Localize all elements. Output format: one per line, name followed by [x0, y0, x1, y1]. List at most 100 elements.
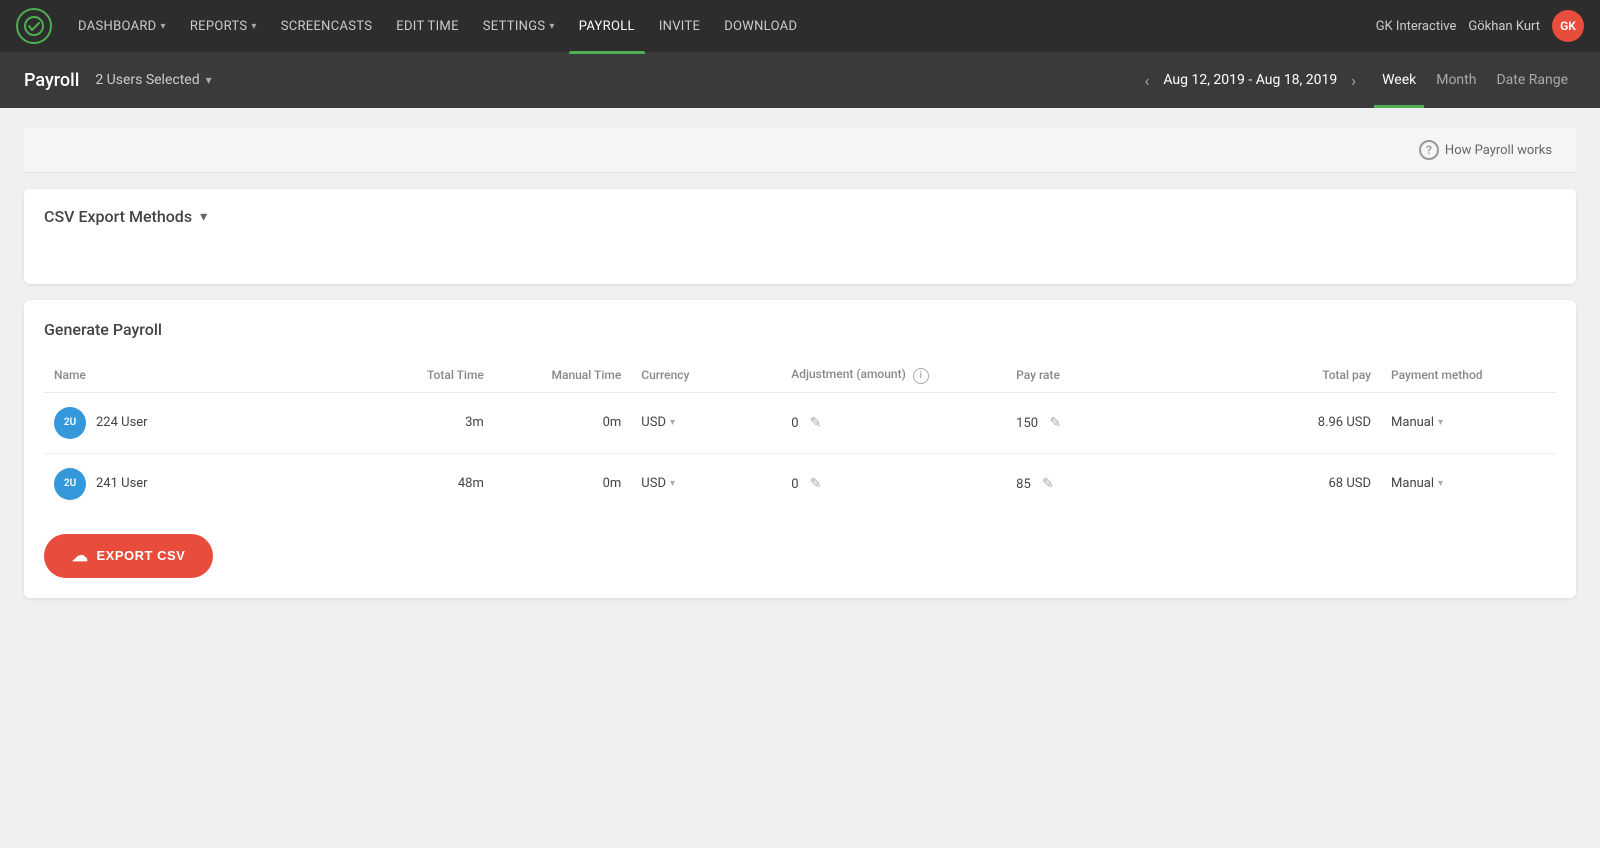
main-content: ? How Payroll works CSV Export Methods ▾… — [0, 108, 1600, 803]
cloud-upload-icon: ☁ — [72, 546, 89, 566]
help-link-text: How Payroll works — [1445, 143, 1552, 158]
csv-export-header[interactable]: CSV Export Methods ▾ — [24, 189, 1576, 244]
adjustment-info-icon[interactable]: i — [913, 368, 929, 384]
cell-manual-time-1: 0m — [494, 453, 631, 514]
prev-period-button[interactable]: ‹ — [1139, 67, 1156, 94]
chevron-down-icon: ▾ — [206, 73, 212, 87]
users-selected-dropdown[interactable]: 2 Users Selected ▾ — [95, 72, 211, 88]
subheader-right: ‹ Aug 12, 2019 - Aug 18, 2019 › Week Mon… — [1139, 67, 1576, 94]
payment-method-value-1: Manual — [1391, 476, 1434, 491]
cell-total-pay-1: 68 USD — [1194, 453, 1381, 514]
chevron-down-icon: ▾ — [549, 21, 554, 32]
tab-month[interactable]: Month — [1428, 68, 1484, 92]
payment-method-arrow-icon-0: ▾ — [1438, 417, 1443, 428]
chevron-down-icon: ▾ — [161, 21, 166, 32]
col-total-time: Total Time — [369, 359, 494, 392]
adjustment-value-1: 0 — [791, 477, 798, 492]
chevron-down-icon: ▾ — [251, 21, 256, 32]
cell-total-time-1: 48m — [369, 453, 494, 514]
cell-manual-time-0: 0m — [494, 392, 631, 453]
generate-payroll-title: Generate Payroll — [44, 320, 1556, 339]
table-row: 2U 241 User 48m 0m USD ▾ 0 ✎ 85 ✎ 68 USD — [44, 453, 1556, 514]
user-name-0: 224 User — [96, 415, 148, 430]
cell-currency-1: USD ▾ — [631, 453, 781, 514]
payment-method-dropdown-0[interactable]: Manual ▾ — [1391, 415, 1546, 430]
payroll-table: Name Total Time Manual Time Currency Adj… — [44, 359, 1556, 514]
cell-pay-rate-0: 150 ✎ — [1006, 392, 1193, 453]
col-currency: Currency — [631, 359, 781, 392]
currency-arrow-icon-1: ▾ — [670, 478, 675, 489]
user-name: Gökhan Kurt — [1468, 19, 1540, 34]
cell-name-0: 2U 224 User — [44, 392, 369, 453]
next-period-button[interactable]: › — [1345, 67, 1362, 94]
export-section: ☁ EXPORT CSV — [44, 514, 1556, 578]
pay-rate-edit-icon-1[interactable]: ✎ — [1042, 476, 1054, 492]
export-csv-button[interactable]: ☁ EXPORT CSV — [44, 534, 213, 578]
tab-week[interactable]: Week — [1374, 68, 1424, 92]
company-name: GK Interactive — [1376, 19, 1457, 34]
page-title: Payroll — [24, 70, 79, 91]
help-bar: ? How Payroll works — [24, 128, 1576, 173]
adjustment-edit-icon-0[interactable]: ✎ — [810, 415, 822, 431]
users-selected-label: 2 Users Selected — [95, 72, 199, 88]
subheader: Payroll 2 Users Selected ▾ ‹ Aug 12, 201… — [0, 52, 1600, 108]
pay-rate-value-1: 85 — [1016, 477, 1031, 492]
date-navigation: ‹ Aug 12, 2019 - Aug 18, 2019 › — [1139, 67, 1363, 94]
cell-adjustment-1: 0 ✎ — [781, 453, 1006, 514]
nav-payroll[interactable]: PAYROLL — [569, 13, 645, 40]
cell-payment-method-1: Manual ▾ — [1381, 453, 1556, 514]
col-total-pay: Total pay — [1194, 359, 1381, 392]
nav-reports[interactable]: REPORTS ▾ — [180, 13, 267, 40]
currency-dropdown-0[interactable]: USD ▾ — [641, 415, 771, 430]
col-pay-rate: Pay rate — [1006, 359, 1193, 392]
adjustment-edit-icon-1[interactable]: ✎ — [810, 476, 822, 492]
nav-settings[interactable]: SETTINGS ▾ — [473, 13, 565, 40]
tab-date-range[interactable]: Date Range — [1488, 68, 1576, 92]
generate-payroll-card: Generate Payroll Name Total Time Manual … — [24, 300, 1576, 598]
pay-rate-edit-icon-0[interactable]: ✎ — [1049, 415, 1061, 431]
nav-right: GK Interactive Gökhan Kurt GK — [1376, 10, 1584, 42]
cell-name-1: 2U 241 User — [44, 453, 369, 514]
currency-value-1: USD — [641, 476, 666, 491]
currency-value-0: USD — [641, 415, 666, 430]
payment-method-arrow-icon-1: ▾ — [1438, 478, 1443, 489]
app-logo[interactable] — [16, 8, 52, 44]
adjustment-value-0: 0 — [791, 416, 798, 431]
csv-export-body — [24, 244, 1576, 284]
how-payroll-works-link[interactable]: ? How Payroll works — [1419, 140, 1552, 160]
nav-dashboard[interactable]: DASHBOARD ▾ — [68, 13, 176, 40]
avatar[interactable]: GK — [1552, 10, 1584, 42]
export-btn-label: EXPORT CSV — [97, 548, 186, 563]
nav-download[interactable]: DOWNLOAD — [714, 13, 807, 40]
top-navigation: DASHBOARD ▾ REPORTS ▾ SCREENCASTS EDIT T… — [0, 0, 1600, 52]
user-avatar-0: 2U — [54, 407, 86, 439]
csv-export-title: CSV Export Methods — [44, 207, 192, 226]
help-icon: ? — [1419, 140, 1439, 160]
cell-total-time-0: 3m — [369, 392, 494, 453]
payment-method-value-0: Manual — [1391, 415, 1434, 430]
csv-chevron-icon: ▾ — [200, 209, 207, 225]
cell-currency-0: USD ▾ — [631, 392, 781, 453]
user-avatar-1: 2U — [54, 468, 86, 500]
nav-invite[interactable]: INVITE — [649, 13, 710, 40]
pay-rate-value-0: 150 — [1016, 416, 1038, 431]
user-name-1: 241 User — [96, 476, 148, 491]
cell-pay-rate-1: 85 ✎ — [1006, 453, 1193, 514]
user-cell-0: 2U 224 User — [54, 407, 359, 439]
currency-arrow-icon-0: ▾ — [670, 417, 675, 428]
period-tabs: Week Month Date Range — [1374, 68, 1576, 92]
date-range-display: Aug 12, 2019 - Aug 18, 2019 — [1163, 72, 1337, 88]
col-manual-time: Manual Time — [494, 359, 631, 392]
payment-method-dropdown-1[interactable]: Manual ▾ — [1391, 476, 1546, 491]
cell-total-pay-0: 8.96 USD — [1194, 392, 1381, 453]
currency-dropdown-1[interactable]: USD ▾ — [641, 476, 771, 491]
nav-screencasts[interactable]: SCREENCASTS — [271, 13, 383, 40]
cell-payment-method-0: Manual ▾ — [1381, 392, 1556, 453]
user-cell-1: 2U 241 User — [54, 468, 359, 500]
nav-edit-time[interactable]: EDIT TIME — [386, 13, 468, 40]
col-payment-method: Payment method — [1381, 359, 1556, 392]
csv-export-card: CSV Export Methods ▾ — [24, 189, 1576, 284]
col-adjustment: Adjustment (amount) i — [781, 359, 1006, 392]
col-name: Name — [44, 359, 369, 392]
table-row: 2U 224 User 3m 0m USD ▾ 0 ✎ 150 ✎ 8.96 U… — [44, 392, 1556, 453]
